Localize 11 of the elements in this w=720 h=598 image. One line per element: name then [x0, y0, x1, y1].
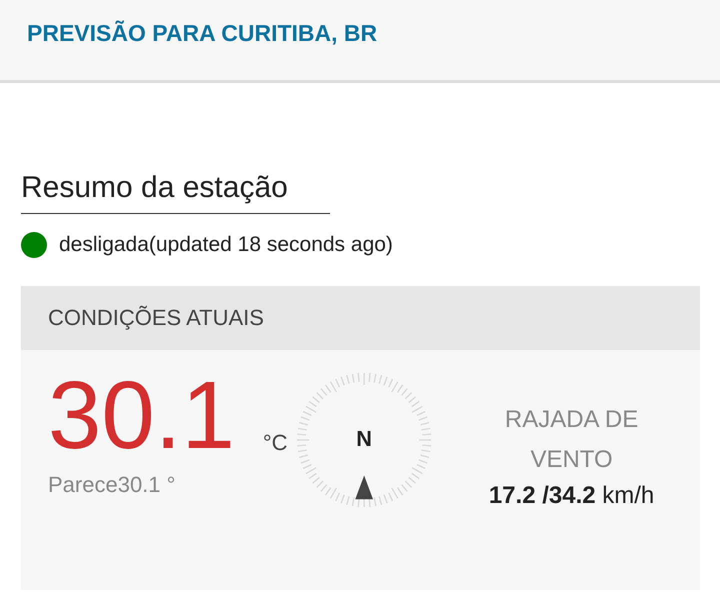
wind-gust-label: RAJADA DE VENTO [504, 405, 640, 475]
compass-label: N [356, 426, 372, 451]
temperature-value: 30.1 [48, 368, 235, 464]
card-title: CONDIÇÕES ATUAIS [48, 305, 264, 331]
feels-like-text: Parece30.1 ° [48, 472, 176, 498]
page-title: PREVISÃO PARA CURITIBA, BR [27, 20, 378, 46]
temperature-unit: °C [262, 430, 288, 456]
status-text: desligada(updated 18 seconds ago) [59, 233, 393, 257]
wind-direction-arrow-icon [355, 476, 373, 500]
section-heading: Resumo da estação [21, 171, 330, 214]
wind-gust-value: 17.2 /34.2 km/h [488, 482, 654, 510]
